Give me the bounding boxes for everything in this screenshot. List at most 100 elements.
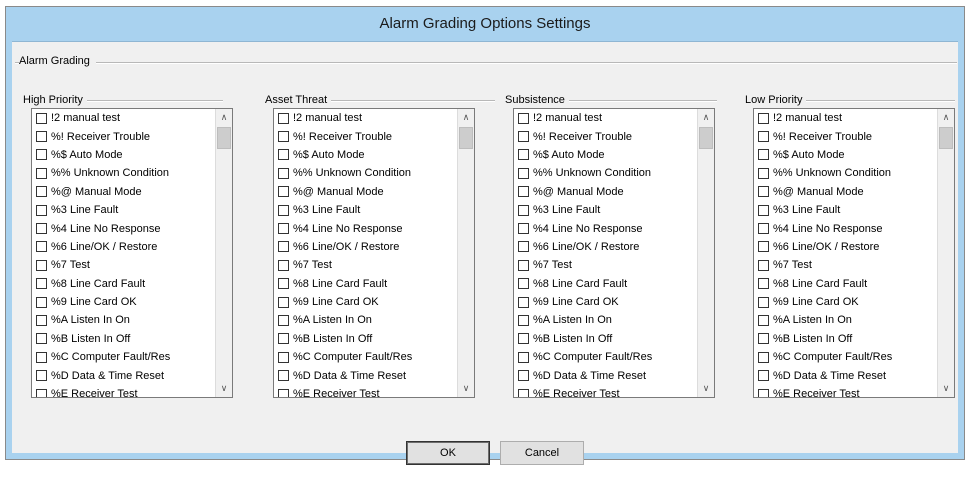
checkbox[interactable] bbox=[518, 388, 529, 397]
list-item[interactable]: %C Computer Fault/Res bbox=[754, 348, 937, 366]
list-item[interactable]: %! Receiver Trouble bbox=[514, 127, 697, 145]
list-item[interactable]: %@ Manual Mode bbox=[514, 183, 697, 201]
list-item[interactable]: %3 Line Fault bbox=[274, 201, 457, 219]
list-item[interactable]: %6 Line/OK / Restore bbox=[514, 238, 697, 256]
low-priority-listbox[interactable]: !2 manual test %! Receiver Trouble %$ Auto… bbox=[753, 108, 955, 398]
ok-button[interactable]: OK bbox=[406, 441, 490, 465]
cancel-button[interactable]: Cancel bbox=[500, 441, 584, 465]
checkbox[interactable] bbox=[278, 112, 289, 124]
list-item[interactable]: %7 Test bbox=[754, 256, 937, 274]
asset-threat-listbox[interactable]: !2 manual test %! Receiver Trouble %$ Auto… bbox=[273, 108, 475, 398]
list-item[interactable]: %8 Line Card Fault bbox=[754, 275, 937, 293]
list-item[interactable]: %3 Line Fault bbox=[32, 201, 215, 219]
checkbox[interactable] bbox=[758, 278, 769, 290]
list-item[interactable]: %7 Test bbox=[514, 256, 697, 274]
scroll-down-icon[interactable]: ∨ bbox=[216, 380, 232, 397]
checkbox[interactable] bbox=[758, 149, 769, 161]
list-item[interactable]: %$ Auto Mode bbox=[32, 146, 215, 164]
checkbox[interactable] bbox=[36, 333, 47, 345]
vertical-scrollbar[interactable]: ∧ ∨ bbox=[937, 109, 954, 397]
checkbox[interactable] bbox=[758, 314, 769, 326]
list-item[interactable]: %3 Line Fault bbox=[514, 201, 697, 219]
list-item[interactable]: %% Unknown Condition bbox=[754, 164, 937, 182]
list-item[interactable]: %9 Line Card OK bbox=[32, 293, 215, 311]
checkbox[interactable] bbox=[518, 314, 529, 326]
list-item[interactable]: %B Listen In Off bbox=[514, 330, 697, 348]
checkbox[interactable] bbox=[758, 186, 769, 198]
list-item[interactable]: %4 Line No Response bbox=[274, 219, 457, 237]
checkbox[interactable] bbox=[36, 112, 47, 124]
checkbox[interactable] bbox=[758, 131, 769, 143]
list-item[interactable]: %C Computer Fault/Res bbox=[32, 348, 215, 366]
list-item[interactable]: %6 Line/OK / Restore bbox=[274, 238, 457, 256]
checkbox[interactable] bbox=[278, 241, 289, 253]
checkbox[interactable] bbox=[278, 186, 289, 198]
checkbox[interactable] bbox=[518, 241, 529, 253]
checkbox[interactable] bbox=[36, 241, 47, 253]
checkbox[interactable] bbox=[278, 131, 289, 143]
scroll-thumb[interactable] bbox=[939, 127, 953, 149]
checkbox[interactable] bbox=[278, 167, 289, 179]
scroll-thumb[interactable] bbox=[699, 127, 713, 149]
list-item[interactable]: %B Listen In Off bbox=[754, 330, 937, 348]
scroll-down-icon[interactable]: ∨ bbox=[698, 380, 714, 397]
list-item[interactable]: %@ Manual Mode bbox=[754, 183, 937, 201]
checkbox[interactable] bbox=[278, 149, 289, 161]
list-item[interactable]: %$ Auto Mode bbox=[754, 146, 937, 164]
list-item[interactable]: %3 Line Fault bbox=[754, 201, 937, 219]
scroll-down-icon[interactable]: ∨ bbox=[938, 380, 954, 397]
list-item[interactable]: !2 manual test bbox=[754, 109, 937, 127]
checkbox[interactable] bbox=[758, 370, 769, 382]
checkbox[interactable] bbox=[36, 204, 47, 216]
list-item[interactable]: %@ Manual Mode bbox=[32, 183, 215, 201]
checkbox[interactable] bbox=[278, 333, 289, 345]
scroll-thumb[interactable] bbox=[217, 127, 231, 149]
scroll-up-icon[interactable]: ∧ bbox=[698, 109, 714, 126]
list-item[interactable]: %D Data & Time Reset bbox=[32, 366, 215, 384]
list-item[interactable]: %! Receiver Trouble bbox=[754, 127, 937, 145]
checkbox[interactable] bbox=[36, 149, 47, 161]
checkbox[interactable] bbox=[758, 241, 769, 253]
list-item[interactable]: %B Listen In Off bbox=[274, 330, 457, 348]
checkbox[interactable] bbox=[36, 296, 47, 308]
checkbox[interactable] bbox=[278, 204, 289, 216]
list-item[interactable]: %9 Line Card OK bbox=[754, 293, 937, 311]
scroll-thumb[interactable] bbox=[459, 127, 473, 149]
list-item[interactable]: %C Computer Fault/Res bbox=[514, 348, 697, 366]
checkbox[interactable] bbox=[518, 333, 529, 345]
list-item[interactable]: %8 Line Card Fault bbox=[514, 275, 697, 293]
checkbox[interactable] bbox=[758, 167, 769, 179]
list-item[interactable]: !2 manual test bbox=[274, 109, 457, 127]
vertical-scrollbar[interactable]: ∧ ∨ bbox=[215, 109, 232, 397]
checkbox[interactable] bbox=[36, 186, 47, 198]
checkbox[interactable] bbox=[518, 370, 529, 382]
list-item[interactable]: %C Computer Fault/Res bbox=[274, 348, 457, 366]
checkbox[interactable] bbox=[518, 223, 529, 235]
checkbox[interactable] bbox=[36, 278, 47, 290]
checkbox[interactable] bbox=[758, 333, 769, 345]
list-item[interactable]: %7 Test bbox=[32, 256, 215, 274]
checkbox[interactable] bbox=[518, 167, 529, 179]
checkbox[interactable] bbox=[278, 296, 289, 308]
checkbox[interactable] bbox=[36, 131, 47, 143]
checkbox[interactable] bbox=[278, 314, 289, 326]
vertical-scrollbar[interactable]: ∧ ∨ bbox=[697, 109, 714, 397]
checkbox[interactable] bbox=[758, 296, 769, 308]
checkbox[interactable] bbox=[758, 112, 769, 124]
list-item[interactable]: %@ Manual Mode bbox=[274, 183, 457, 201]
checkbox[interactable] bbox=[36, 259, 47, 271]
checkbox[interactable] bbox=[518, 131, 529, 143]
checkbox[interactable] bbox=[518, 296, 529, 308]
list-item[interactable]: %D Data & Time Reset bbox=[274, 366, 457, 384]
list-item[interactable]: %8 Line Card Fault bbox=[32, 275, 215, 293]
checkbox[interactable] bbox=[758, 259, 769, 271]
checkbox[interactable] bbox=[36, 314, 47, 326]
checkbox[interactable] bbox=[518, 149, 529, 161]
list-item[interactable]: %A Listen In On bbox=[274, 311, 457, 329]
checkbox[interactable] bbox=[758, 388, 769, 397]
list-item[interactable]: %% Unknown Condition bbox=[514, 164, 697, 182]
checkbox[interactable] bbox=[36, 370, 47, 382]
list-item[interactable]: %B Listen In Off bbox=[32, 330, 215, 348]
list-item[interactable]: %4 Line No Response bbox=[754, 219, 937, 237]
list-item[interactable]: %9 Line Card OK bbox=[274, 293, 457, 311]
